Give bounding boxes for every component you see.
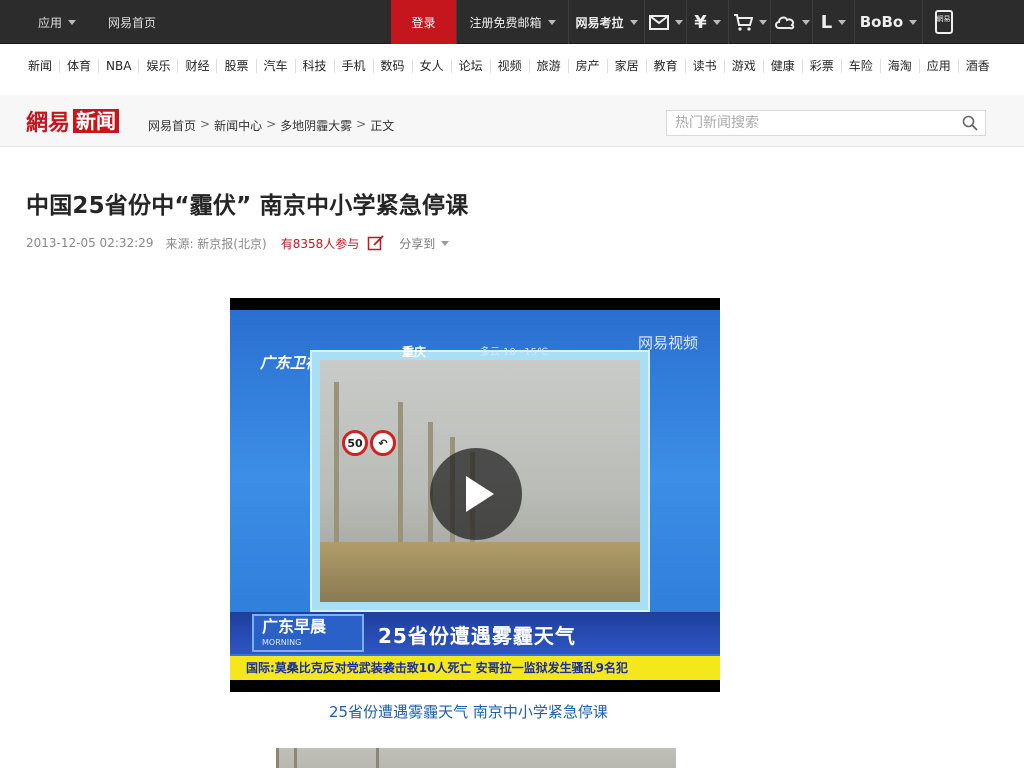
share-menu[interactable]: 分享到 [399,235,450,252]
channel-link[interactable]: 女人 [411,59,451,73]
channel-link[interactable]: 手机 [333,59,373,73]
kaola-label: 网易考拉 [575,15,624,30]
video-lower-third: 广东早晨 MORNING 25省份遭遇雾霾天气 [230,612,720,654]
chevron-down-icon [629,19,638,25]
article-meta: 2013-12-05 02:32:29 来源: 新京报(北京) 有8358人参与… [26,234,450,252]
show-name: 广东早晨 MORNING [252,614,364,652]
channel-link[interactable]: 数码 [372,59,412,73]
login-button[interactable]: 登录 [391,0,456,44]
mobile-netease-icon: 網易 [934,10,953,34]
mail-menu[interactable] [644,0,686,44]
channel-link[interactable]: 车险 [840,59,880,73]
chevron-down-icon [758,19,767,25]
article-title: 中国25省份中“霾伏” 南京中小学紧急停课 [26,193,469,219]
play-button[interactable] [430,448,522,540]
channel-link[interactable]: 新闻 [21,59,59,73]
chevron-down-icon [838,19,847,25]
cloud-icon [774,16,794,30]
bobo-icon: BoBo [859,13,904,31]
article-source[interactable]: 来源: 新京报(北京) [165,235,266,252]
finance-menu[interactable]: ¥ [686,0,728,44]
speed-limit-sign: 50 [342,430,368,456]
comment-edit-icon[interactable] [367,234,385,252]
shopping-menu[interactable] [728,0,770,44]
news-search [666,110,986,136]
channel-link[interactable]: 游戏 [723,59,763,73]
channel-link[interactable]: 健康 [762,59,802,73]
chevron-down-icon [547,19,556,25]
share-label: 分享到 [399,236,436,251]
channel-link[interactable]: 视频 [489,59,529,73]
participants-link[interactable]: 有8358人参与 [281,235,360,252]
chevron-down-icon [801,19,810,25]
breadcrumb-news-center[interactable]: 新闻中心 [214,117,262,134]
register-label: 注册免费邮箱 [469,15,542,30]
register-mail-menu[interactable]: 注册免费邮箱 [456,0,568,44]
video-headline: 25省份遭遇雾霾天气 [378,624,576,648]
weather-info: 多云 10~15℃ [480,347,549,358]
breadcrumb-topic[interactable]: 多地阴霾大雾 [280,117,352,134]
channel-link[interactable]: 股票 [216,59,255,73]
channel-link[interactable]: 应用 [918,59,958,73]
channel-link[interactable]: 酒香 [957,59,997,73]
channel-link[interactable]: 家居 [606,59,646,73]
chevron-down-icon [441,240,450,246]
cart-icon [733,14,753,31]
channel-link[interactable]: 彩票 [801,59,841,73]
netease-home-link[interactable]: 网易首页 [108,0,156,44]
apps-label: 应用 [38,15,63,30]
no-uturn-sign: ↶ [370,430,396,456]
chevron-down-icon [909,19,918,25]
article-image [276,748,676,768]
bobo-menu[interactable]: BoBo [854,0,922,44]
channel-link[interactable]: 旅游 [528,59,568,73]
lofter-menu[interactable]: L [812,0,854,44]
breadcrumb-home[interactable]: 网易首页 [148,117,196,134]
channel-link[interactable]: 财经 [177,59,216,73]
lofter-icon: L [820,11,833,33]
channel-link[interactable]: 娱乐 [138,59,177,73]
channel-nav: 新闻 体育 NBA 娱乐 财经 股票 汽车 科技 手机 数码 女人 论坛 视频 旅游 房产 家居 教育 读书 游戏健… [0,45,1024,87]
channel-link[interactable]: 海淘 [879,59,919,73]
breadcrumb: 网易首页 > 新闻中心 > 多地阴霾大雾 > 正文 [148,117,395,134]
news-ticker: 国际:莫桑比克反对党武装袭击致10人死亡 安哥拉一监狱发生骚乱9名犯 [230,656,720,680]
kaola-menu[interactable]: 网易考拉 [568,0,644,44]
search-icon[interactable] [962,115,978,131]
logo-news: 新闻 [73,109,120,133]
channel-link[interactable]: 汽车 [255,59,295,73]
weather-city: 重庆 [402,345,427,359]
video-player[interactable]: 网易视频 广东卫视 50 ↶ 重庆 多云 10~15℃ 广东早晨 MORNING … [230,298,720,692]
channel-link[interactable]: 科技 [294,59,334,73]
channel-link[interactable]: 体育 [59,59,98,73]
channel-link[interactable]: 教育 [645,59,685,73]
mobile-netease-link[interactable]: 網易 [922,0,964,44]
channel-link[interactable]: 房产 [567,59,607,73]
play-icon [466,476,494,512]
netease-news-logo[interactable]: 網易 新闻 [26,108,120,136]
apps-menu[interactable]: 应用 [0,0,77,44]
logo-netease: 網易 [26,110,71,136]
yuan-icon: ¥ [694,11,707,33]
chevron-down-icon [712,19,721,25]
breadcrumb-current: 正文 [370,119,395,133]
chevron-down-icon [674,19,683,25]
mail-icon [648,14,669,30]
search-input[interactable] [667,111,947,135]
channel-link[interactable]: 读书 [684,59,724,73]
chevron-down-icon [68,19,77,25]
top-bar: 应用 网易首页 登录 注册免费邮箱 网易考拉 ¥ L BoBo 網易 [0,0,1024,44]
publish-time: 2013-12-05 02:32:29 [26,236,154,250]
channel-link[interactable]: 论坛 [450,59,490,73]
channel-link[interactable]: NBA [98,59,138,73]
cloud-menu[interactable] [770,0,812,44]
